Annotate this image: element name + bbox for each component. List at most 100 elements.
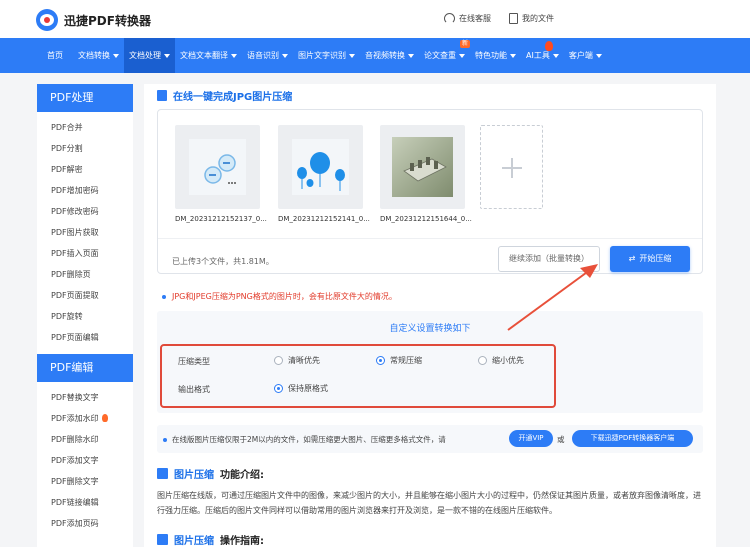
format-note: JPG和JPEG压缩为PNG格式的图片时，会有比原文件大的情况。 — [162, 291, 397, 302]
chevron-down-icon — [510, 53, 516, 58]
sidebar: PDF处理 PDF合并 PDF分割 PDF解密 PDF增加密码 PDF修改密码 … — [37, 84, 133, 547]
chevron-down-icon — [349, 53, 355, 58]
sidebar-list-pdf-process: PDF合并 PDF分割 PDF解密 PDF增加密码 PDF修改密码 PDF图片获… — [37, 112, 133, 354]
guide-heading: 图片压缩 操作指南: — [157, 532, 264, 547]
compress-type-label: 压缩类型 — [178, 357, 210, 366]
sidebar-list-pdf-edit: PDF替换文字 PDF添加水印 PDF删除水印 PDF添加文字 PDF删除文字 … — [37, 382, 133, 540]
sidebar-heading-pdf-edit: PDF编辑 — [37, 354, 133, 382]
intro-heading: 图片压缩 功能介绍: — [157, 466, 264, 481]
nav-features[interactable]: 特色功能 — [470, 38, 521, 73]
radio-circle — [274, 356, 283, 365]
sidebar-item-pdf-add-watermark[interactable]: PDF添加水印 — [37, 408, 133, 429]
nav-doc-convert[interactable]: 文档转换 — [73, 38, 124, 73]
nav-client[interactable]: 客户端 — [564, 38, 607, 73]
sidebar-item-pdf-delete-text[interactable]: PDF删除文字 — [37, 471, 133, 492]
file-thumbnail-3[interactable] — [380, 125, 465, 209]
my-files-label: 我的文件 — [522, 14, 554, 23]
new-badge: 新 — [459, 40, 470, 48]
sidebar-item-pdf-add-text[interactable]: PDF添加文字 — [37, 450, 133, 471]
balloons-icon — [292, 139, 349, 195]
sidebar-item-pdf-split[interactable]: PDF分割 — [37, 138, 133, 159]
chevron-down-icon — [282, 53, 288, 58]
nav-speech[interactable]: 语音识别 — [242, 38, 293, 73]
document-icon — [157, 90, 167, 101]
sidebar-item-pdf-change-password[interactable]: PDF修改密码 — [37, 201, 133, 222]
my-files-link[interactable]: 我的文件 — [509, 13, 554, 24]
customer-service-label: 在线客服 — [459, 14, 491, 23]
sidebar-item-pdf-insert-page[interactable]: PDF插入页面 — [37, 243, 133, 264]
customer-service-link[interactable]: 在线客服 — [444, 13, 491, 24]
nav-doc-process[interactable]: 文档处理 — [124, 38, 175, 73]
main-nav: 首页 文档转换 文档处理 文档文本翻译 语音识别 图片文字识别 音视频转换 论文… — [0, 38, 750, 73]
bullet-icon — [162, 294, 166, 299]
chevron-down-icon — [164, 53, 170, 58]
nav-ai-tools[interactable]: AI工具 — [521, 38, 564, 73]
nav-ocr[interactable]: 图片文字识别 — [293, 38, 360, 73]
intro-paragraph: 图片压缩在线版，可通过压缩图片文件中的图像，来减少图片的大小，并且能够在缩小图片… — [157, 491, 701, 515]
photo-thumbnail-icon — [392, 137, 453, 197]
add-file-button[interactable] — [480, 125, 543, 209]
chat-bubbles-icon — [189, 139, 246, 195]
settings-panel: 自定义设置转换如下 压缩类型 清晰优先 常规压缩 缩小优先 输出格式 保持原格式 — [157, 311, 703, 413]
file-thumbnail-1[interactable] — [175, 125, 260, 209]
headset-icon — [444, 13, 455, 24]
file-thumbnail-2[interactable] — [278, 125, 363, 209]
sidebar-item-pdf-delete-page[interactable]: PDF删除页 — [37, 264, 133, 285]
sidebar-item-pdf-merge[interactable]: PDF合并 — [37, 117, 133, 138]
chevron-down-icon — [231, 53, 237, 58]
nav-translate[interactable]: 文档文本翻译 — [175, 38, 242, 73]
swap-icon: ⇄ — [628, 254, 636, 263]
output-format-label: 输出格式 — [178, 385, 210, 394]
sidebar-item-pdf-page-edit[interactable]: PDF页面编辑 — [37, 327, 133, 348]
nav-plagiarism[interactable]: 论文查重新 — [419, 38, 470, 73]
logo-icon — [36, 9, 58, 31]
upload-area[interactable]: DM_20231212152137_0... DM_20231212152141… — [157, 109, 703, 274]
radio-size-first[interactable]: 缩小优先 — [478, 355, 524, 366]
top-bar: 迅捷PDF转换器 在线客服 我的文件 — [0, 0, 750, 38]
chevron-down-icon — [595, 53, 602, 58]
settings-highlight-frame: 压缩类型 清晰优先 常规压缩 缩小优先 输出格式 保持原格式 — [160, 344, 556, 408]
limit-notice: 在线版图片压缩仅限于2M以内的文件，如需压缩更大图片、压缩更多格式文件，请 开通… — [157, 425, 703, 453]
file-name-1: DM_20231212152137_0... — [175, 215, 267, 223]
sidebar-item-pdf-extract-page[interactable]: PDF页面提取 — [37, 285, 133, 306]
radio-circle-selected — [376, 356, 385, 365]
brand-logo[interactable]: 迅捷PDF转换器 — [36, 9, 151, 31]
settings-title: 自定义设置转换如下 — [389, 324, 471, 334]
flame-icon — [545, 41, 553, 51]
limit-text: 在线版图片压缩仅限于2M以内的文件，如需压缩更大图片、压缩更多格式文件，请 — [163, 434, 446, 445]
bullet-icon — [163, 437, 167, 442]
chevron-down-icon — [113, 53, 119, 58]
page-title: 在线一键完成JPG图片压缩 — [157, 88, 292, 103]
image-icon — [157, 468, 168, 479]
radio-circle-selected — [274, 384, 283, 393]
main-content: 在线一键完成JPG图片压缩 DM_20231212152137_0... DM_… — [144, 84, 716, 547]
start-compress-button[interactable]: ⇄ 开始压缩 — [610, 246, 690, 272]
continue-add-button[interactable]: 继续添加（批量转换） — [498, 246, 600, 272]
image-icon — [157, 534, 168, 545]
radio-normal-compress[interactable]: 常规压缩 — [376, 355, 422, 366]
sidebar-item-pdf-rotate[interactable]: PDF旋转 — [37, 306, 133, 327]
logo-text: 迅捷PDF转换器 — [64, 13, 151, 28]
sidebar-item-pdf-add-page-number[interactable]: PDF添加页码 — [37, 513, 133, 534]
upload-footer: 已上传3个文件，共1.81M。 继续添加（批量转换） ⇄ 开始压缩 — [158, 238, 702, 274]
file-name-3: DM_20231212151644_0... — [380, 215, 472, 223]
nav-home[interactable]: 首页 — [38, 38, 73, 73]
chevron-down-icon — [552, 53, 559, 58]
sidebar-item-pdf-extract-images[interactable]: PDF图片获取 — [37, 222, 133, 243]
nav-av-convert[interactable]: 音视频转换 — [360, 38, 419, 73]
or-text: 或 — [557, 435, 565, 444]
sidebar-item-pdf-replace-text[interactable]: PDF替换文字 — [37, 387, 133, 408]
sidebar-item-pdf-add-password[interactable]: PDF增加密码 — [37, 180, 133, 201]
radio-clarity-first[interactable]: 清晰优先 — [274, 355, 320, 366]
download-client-button[interactable]: 下载迅捷PDF转换器客户端 — [572, 430, 693, 447]
sidebar-item-pdf-link-edit[interactable]: PDF链接编辑 — [37, 492, 133, 513]
sidebar-item-pdf-remove-watermark[interactable]: PDF删除水印 — [37, 429, 133, 450]
file-icon — [509, 13, 518, 24]
open-vip-button[interactable]: 开通VIP — [509, 430, 553, 447]
chevron-down-icon — [459, 53, 465, 58]
radio-keep-format[interactable]: 保持原格式 — [274, 383, 328, 394]
chevron-down-icon — [408, 53, 414, 58]
sidebar-item-pdf-decrypt[interactable]: PDF解密 — [37, 159, 133, 180]
upload-summary: 已上传3个文件，共1.81M。 — [172, 257, 274, 266]
top-links: 在线客服 我的文件 — [444, 13, 554, 24]
